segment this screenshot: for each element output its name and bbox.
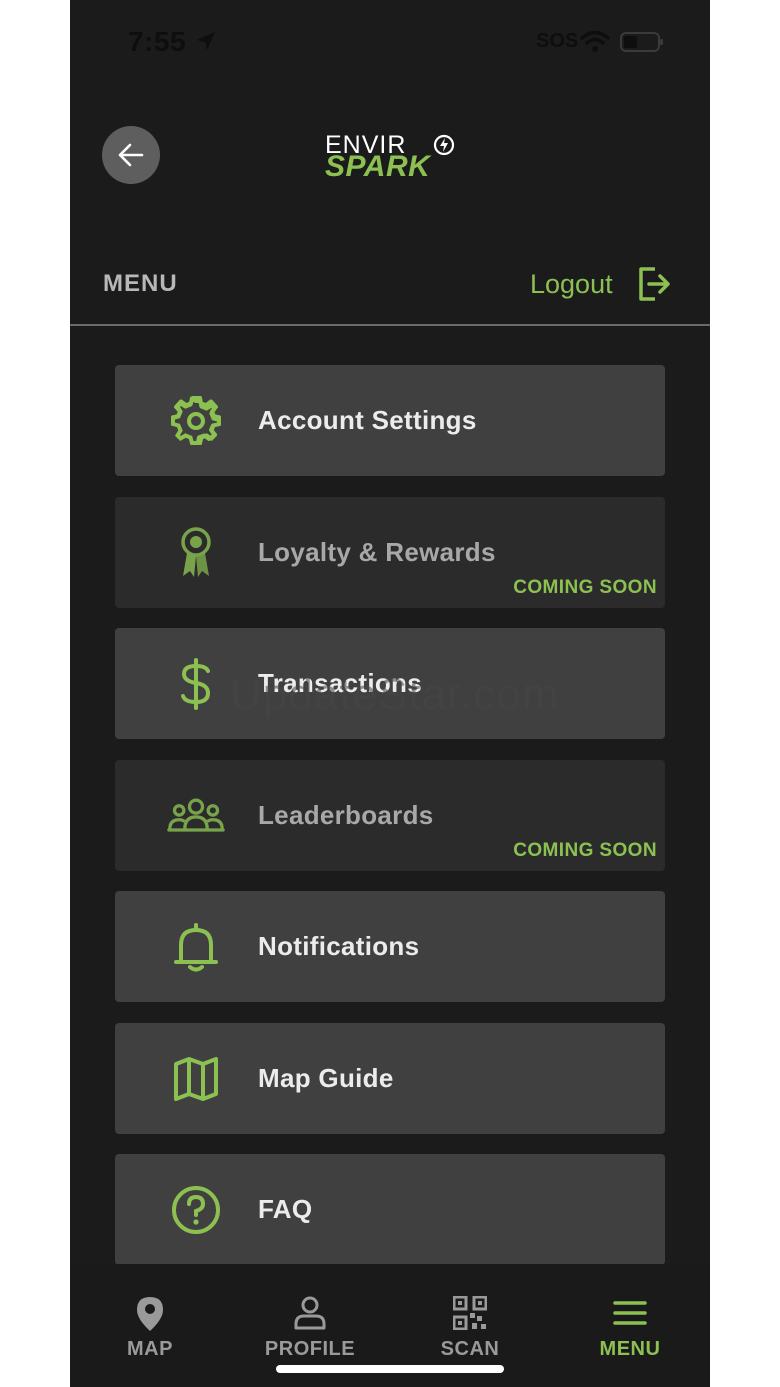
map-icon — [167, 1050, 225, 1108]
menu-item-map-guide[interactable]: Map Guide — [115, 1022, 665, 1134]
logout-button[interactable]: Logout — [530, 264, 671, 304]
menu-item-label: Transactions — [258, 668, 422, 698]
menu-item-label: FAQ — [258, 1194, 313, 1224]
header-divider — [70, 324, 710, 326]
menu-item-leaderboards[interactable]: Leaderboards COMING SOON — [115, 759, 665, 871]
tab-label: MENU — [599, 1338, 661, 1360]
users-group-icon — [167, 787, 225, 845]
logo-bottom-text: SPARK — [325, 150, 431, 183]
menu-item-faq[interactable]: FAQ — [115, 1154, 665, 1265]
question-circle-icon — [167, 1181, 225, 1239]
back-button[interactable] — [102, 126, 160, 184]
qr-code-icon — [390, 1296, 550, 1332]
lightning-bolt-icon — [433, 134, 455, 156]
status-carrier: SOS — [536, 30, 579, 52]
gear-icon — [167, 392, 225, 450]
tab-label: MAP — [127, 1338, 173, 1360]
status-time: 7:55 — [128, 26, 187, 57]
arrow-left-icon — [118, 143, 144, 167]
dollar-icon — [167, 655, 225, 713]
coming-soon-badge: COMING SOON — [513, 839, 657, 861]
logout-label: Logout — [530, 268, 613, 299]
logout-icon — [638, 267, 670, 301]
tab-map[interactable]: MAP — [70, 1264, 230, 1387]
menu-item-label: Leaderboards — [258, 799, 434, 830]
menu-item-label: Loyalty & Rewards — [258, 536, 496, 567]
enviro-spark-logo: ENVIR SPARK — [325, 132, 455, 184]
menu-item-label: Account Settings — [258, 405, 477, 435]
location-pin-icon — [70, 1296, 230, 1332]
tab-label: PROFILE — [264, 1338, 356, 1360]
menu-item-notifications[interactable]: Notifications — [115, 891, 665, 1002]
home-indicator — [276, 1365, 504, 1373]
person-icon — [230, 1296, 390, 1332]
menu-item-loyalty-rewards[interactable]: Loyalty & Rewards COMING SOON — [115, 496, 665, 608]
wifi-icon — [580, 30, 610, 57]
menu-item-label: Map Guide — [258, 1062, 394, 1093]
hamburger-icon — [550, 1296, 710, 1332]
page-title: MENU — [103, 270, 178, 297]
location-arrow-icon — [195, 30, 217, 57]
battery-icon — [620, 32, 664, 57]
tab-label: SCAN — [440, 1338, 500, 1360]
menu-item-label: Notifications — [258, 931, 420, 961]
menu-list: Account Settings Loyalty & Rewards COMIN… — [115, 365, 665, 1286]
app-screen: 7:55 SOS ENVIR SPARK MENU Logout Account… — [70, 0, 710, 1387]
coming-soon-badge: COMING SOON — [513, 576, 657, 598]
tab-menu[interactable]: MENU — [550, 1264, 710, 1387]
award-ribbon-icon — [167, 524, 225, 582]
menu-item-account-settings[interactable]: Account Settings — [115, 365, 665, 476]
menu-item-transactions[interactable]: Transactions — [115, 628, 665, 739]
bell-icon — [167, 918, 225, 976]
